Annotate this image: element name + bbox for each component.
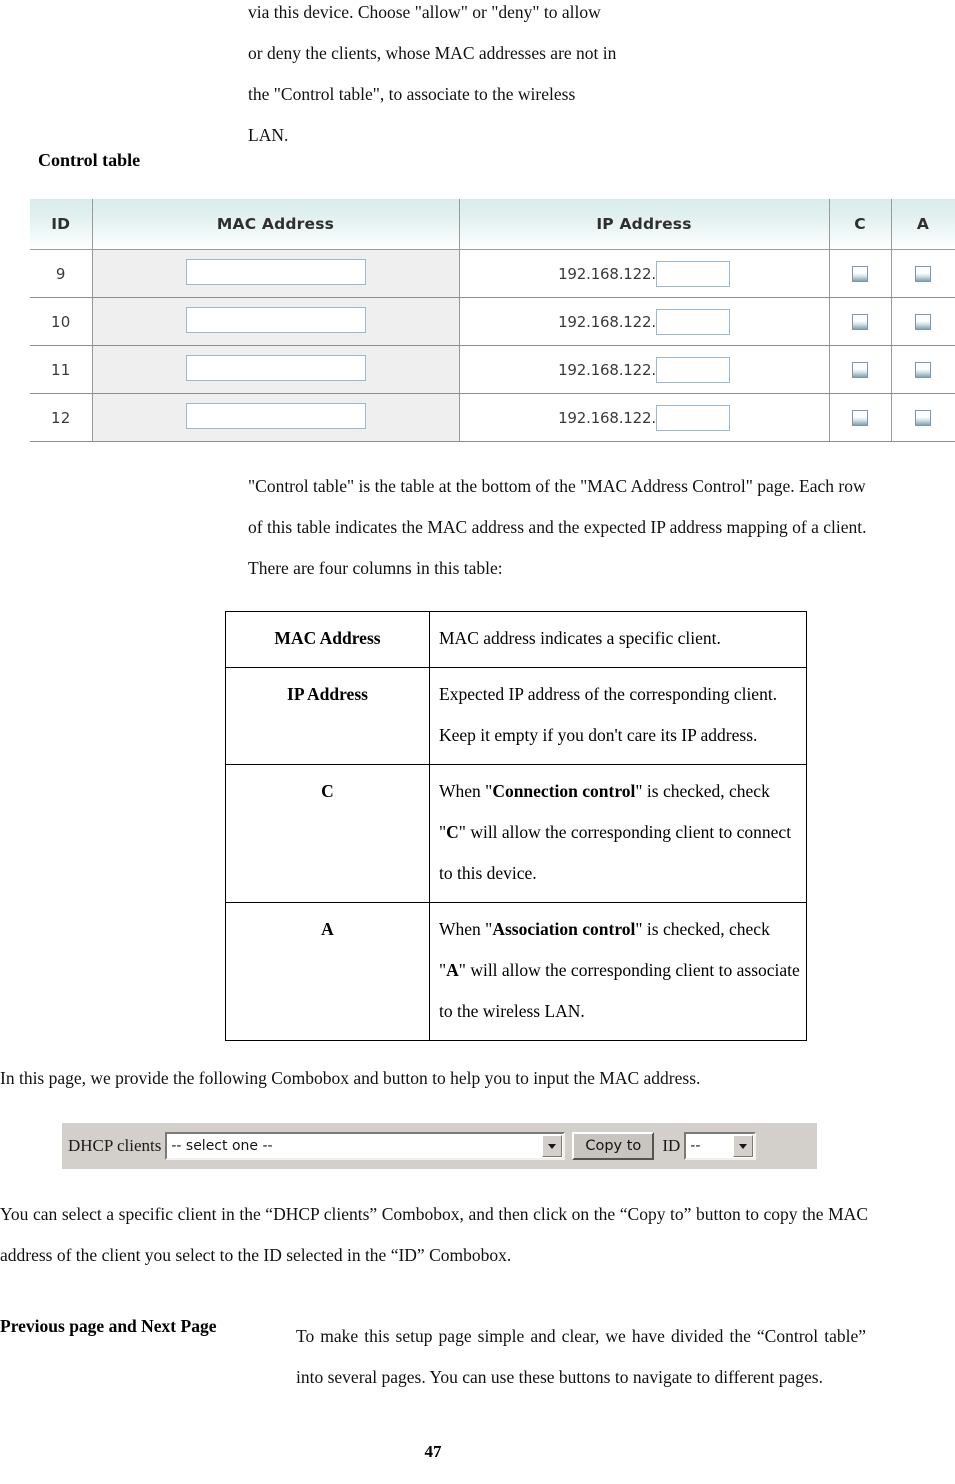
ip-address-group: 192.168.122. xyxy=(460,298,829,345)
cell-ip-address: 192.168.122. xyxy=(459,249,830,298)
triangle-down-glyph xyxy=(739,1143,748,1149)
definition-description: MAC address indicates a specific client. xyxy=(429,611,807,668)
table-row: 12 192.168.122. xyxy=(30,393,955,442)
connection-control-checkbox[interactable] xyxy=(852,362,868,378)
definition-term: C xyxy=(225,764,430,903)
plain-text: " will allow the corresponding client to… xyxy=(439,960,800,1021)
id-label: ID xyxy=(662,1136,681,1155)
emphasis-text: C xyxy=(446,822,459,842)
connection-control-checkbox[interactable] xyxy=(852,314,868,330)
cell-ip-address: 192.168.122. xyxy=(459,297,830,346)
cell-association-control xyxy=(891,297,955,346)
cell-connection-control xyxy=(829,345,892,394)
definition-term: A xyxy=(225,902,430,1041)
definition-row: C When "Connection control" is checked, c… xyxy=(225,764,807,903)
column-definition-table: MAC Address MAC address indicates a speci… xyxy=(225,611,807,1041)
ip-prefix-label: 192.168.122. xyxy=(558,360,656,379)
table-row: 10 192.168.122. xyxy=(30,297,955,346)
ip-suffix-input[interactable] xyxy=(655,260,730,287)
mac-address-input[interactable] xyxy=(185,306,366,333)
association-control-checkbox[interactable] xyxy=(915,266,932,282)
ip-suffix-input[interactable] xyxy=(655,404,730,431)
column-header-a: A xyxy=(891,199,955,250)
table-header-row: ID MAC Address IP Address C A xyxy=(30,199,955,250)
table-row: 11 192.168.122. xyxy=(30,345,955,394)
chevron-down-icon[interactable] xyxy=(542,1135,563,1157)
triangle-down-glyph xyxy=(548,1143,557,1149)
definition-term: IP Address xyxy=(225,667,430,765)
cell-mac-address xyxy=(92,249,460,298)
cell-mac-address xyxy=(92,345,460,394)
ip-address-group: 192.168.122. xyxy=(460,346,829,393)
plain-text: When " xyxy=(439,919,493,939)
previous-next-page-label: Previous page and Next Page xyxy=(0,1316,217,1336)
definition-row: IP Address Expected IP address of the cor… xyxy=(225,667,807,765)
cell-id: 11 xyxy=(30,345,93,394)
mac-address-input[interactable] xyxy=(185,258,366,285)
emphasis-text: A xyxy=(446,960,459,980)
id-select[interactable]: -- xyxy=(684,1132,757,1160)
dhcp-clients-selected-value: -- select one -- xyxy=(171,1138,273,1154)
association-control-checkbox[interactable] xyxy=(915,410,932,426)
cell-connection-control xyxy=(829,249,892,298)
mac-address-input[interactable] xyxy=(185,354,366,381)
mac-address-input[interactable] xyxy=(185,402,366,429)
combobox-intro-paragraph: In this page, we provide the following C… xyxy=(0,1068,701,1088)
emphasis-text: Association control xyxy=(492,919,636,939)
connection-control-checkbox[interactable] xyxy=(852,410,868,426)
plain-text: " will allow the corresponding client to… xyxy=(439,822,792,883)
ip-address-group: 192.168.122. xyxy=(460,250,829,297)
cell-association-control xyxy=(891,345,955,394)
definition-row: A When "Association control" is checked, … xyxy=(225,902,807,1041)
connection-control-checkbox[interactable] xyxy=(852,266,868,282)
definition-term: MAC Address xyxy=(225,611,430,668)
cell-association-control xyxy=(891,393,955,442)
plain-text: When " xyxy=(439,781,493,801)
column-header-ip-address: IP Address xyxy=(459,199,830,250)
id-selected-value: -- xyxy=(690,1138,701,1154)
mac-address-control-table-widget: ID MAC Address IP Address C A 9 192.168.1… xyxy=(30,199,955,442)
cell-connection-control xyxy=(829,393,892,442)
ip-prefix-label: 192.168.122. xyxy=(558,264,656,283)
ip-address-group: 192.168.122. xyxy=(460,394,829,441)
mac-control-table: ID MAC Address IP Address C A 9 192.168.1… xyxy=(30,199,955,442)
ip-suffix-input[interactable] xyxy=(655,308,730,335)
ip-prefix-label: 192.168.122. xyxy=(558,408,656,427)
intro-paragraph: via this device. Choose "allow" or "deny… xyxy=(248,2,617,145)
table-row: 9 192.168.122. xyxy=(30,249,955,298)
definition-description: Expected IP address of the corresponding… xyxy=(429,667,807,765)
cell-id: 12 xyxy=(30,393,93,442)
chevron-down-icon[interactable] xyxy=(733,1135,754,1157)
ip-suffix-input[interactable] xyxy=(655,356,730,383)
cell-ip-address: 192.168.122. xyxy=(459,345,830,394)
definition-row: MAC Address MAC address indicates a speci… xyxy=(225,611,807,668)
copy-to-button[interactable]: Copy to xyxy=(572,1132,655,1160)
emphasis-text: Connection control xyxy=(492,781,636,801)
previous-next-page-description: To make this setup page simple and clear… xyxy=(296,1326,866,1387)
column-header-c: C xyxy=(829,199,892,250)
association-control-checkbox[interactable] xyxy=(915,314,932,330)
cell-ip-address: 192.168.122. xyxy=(459,393,830,442)
select-explanation-paragraph: You can select a specific client in the … xyxy=(0,1204,868,1265)
dhcp-clients-select[interactable]: -- select one -- xyxy=(165,1132,566,1160)
cell-mac-address xyxy=(92,393,460,442)
association-control-checkbox[interactable] xyxy=(915,362,932,378)
definition-description: When "Connection control" is checked, ch… xyxy=(429,764,807,903)
cell-id: 10 xyxy=(30,297,93,346)
dhcp-clients-widget: DHCP clients -- select one -- Copy to ID… xyxy=(62,1123,817,1169)
column-header-mac-address: MAC Address xyxy=(92,199,460,250)
control-table-heading: Control table xyxy=(38,150,141,170)
cell-association-control xyxy=(891,249,955,298)
definition-description: When "Association control" is checked, c… xyxy=(429,902,807,1041)
page-number: 47 xyxy=(424,1442,442,1461)
column-header-id: ID xyxy=(30,199,93,250)
cell-mac-address xyxy=(92,297,460,346)
cell-id: 9 xyxy=(30,249,93,298)
ip-prefix-label: 192.168.122. xyxy=(558,312,656,331)
dhcp-clients-label: DHCP clients xyxy=(68,1136,162,1155)
control-table-description: "Control table" is the table at the bott… xyxy=(248,476,867,578)
cell-connection-control xyxy=(829,297,892,346)
